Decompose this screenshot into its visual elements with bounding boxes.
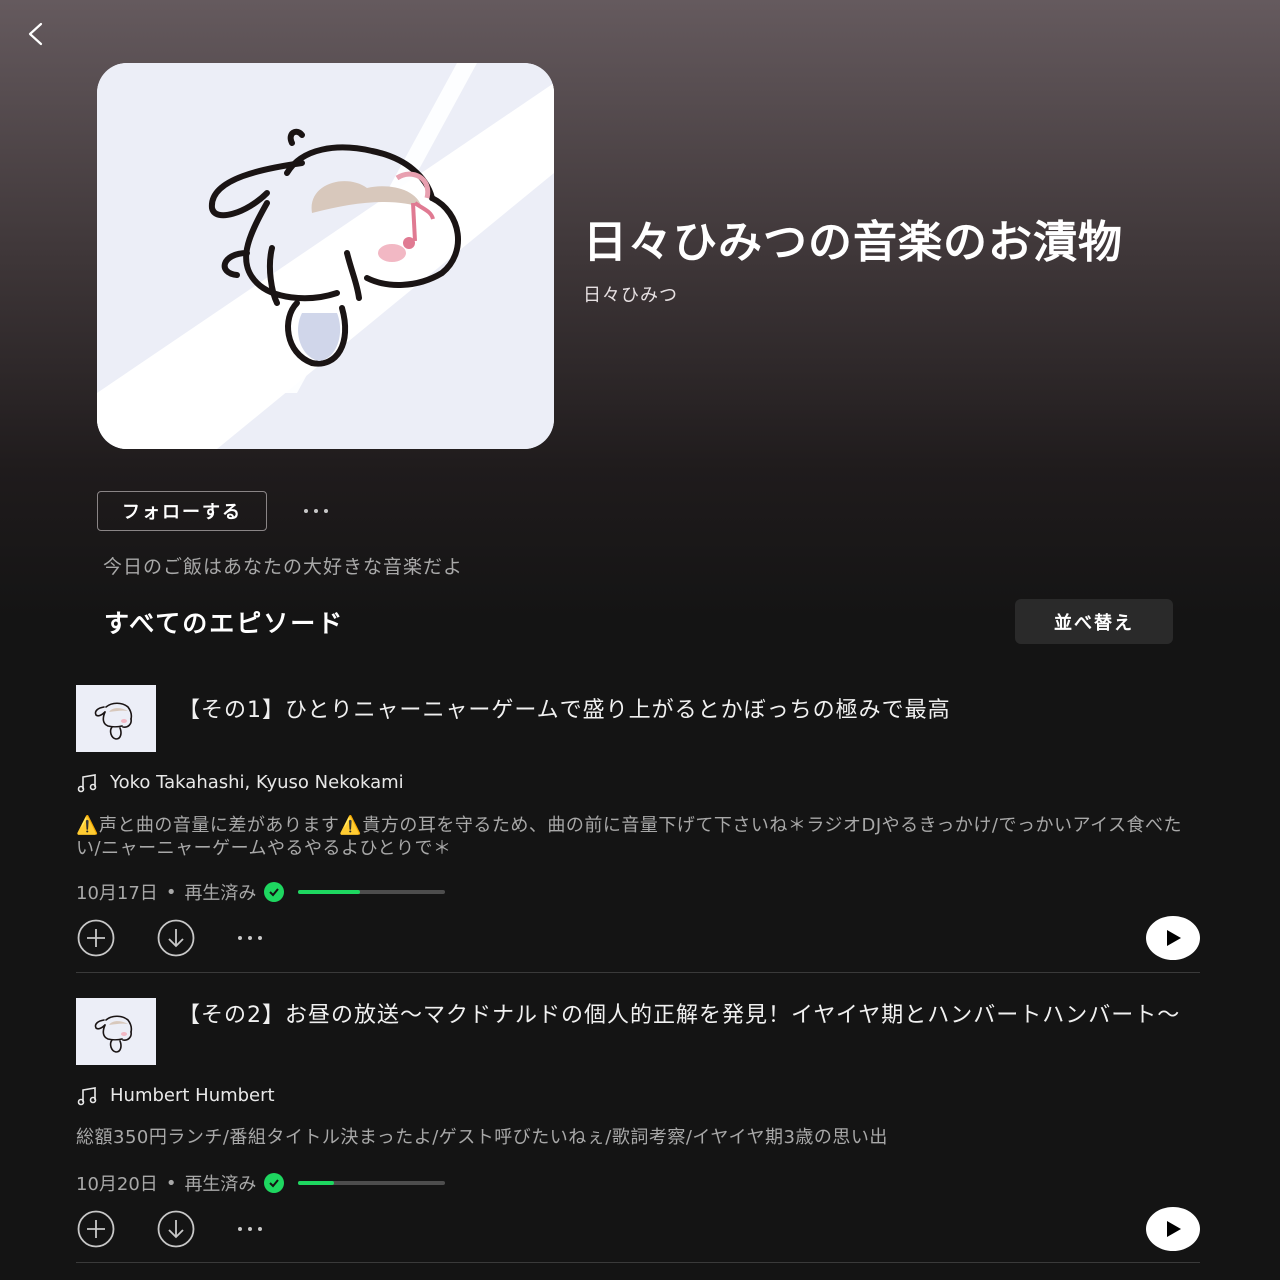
chevron-left-icon	[28, 22, 43, 46]
show-description: 今日のご飯はあなたの大好きな音楽だよ	[103, 556, 464, 578]
divider	[76, 1262, 1200, 1263]
episode-artists: Yoko Takahashi, Kyuso Nekokami	[76, 772, 404, 793]
play-icon	[1167, 930, 1181, 946]
play-icon	[1167, 1221, 1181, 1237]
meta-separator: •	[165, 1172, 177, 1194]
sort-button[interactable]: 並べ替え	[1015, 599, 1173, 644]
progress-fill	[298, 1181, 334, 1185]
music-note-icon	[77, 1086, 97, 1105]
show-title: 日々ひみつの音楽のお漬物	[583, 217, 1123, 268]
more-options-icon[interactable]	[238, 1209, 278, 1249]
episode-progress-bar	[298, 890, 446, 894]
download-button[interactable]	[156, 918, 196, 958]
download-icon	[157, 919, 195, 957]
show-author[interactable]: 日々ひみつ	[583, 281, 678, 307]
add-to-library-button[interactable]	[76, 1209, 116, 1249]
episode-status: 再生済み	[184, 1174, 257, 1195]
play-button[interactable]	[1146, 1207, 1200, 1251]
episode-date: 10月20日	[76, 1174, 158, 1195]
section-title: すべてのエピソード	[104, 609, 345, 638]
episode-actions	[76, 1207, 1200, 1253]
more-options-icon[interactable]	[304, 501, 340, 521]
episode-thumbnail	[76, 998, 156, 1065]
episode-description: ⚠️声と曲の音量に差があります⚠️貴方の耳を守るため、曲の前に音量下げて下さいね…	[76, 815, 1183, 859]
episode-meta: 10月17日 • 再生済み	[76, 879, 446, 905]
episode-progress-bar	[298, 1181, 446, 1185]
add-to-library-button[interactable]	[76, 918, 116, 958]
episode-artists: Humbert Humbert	[76, 1085, 275, 1106]
more-options-icon[interactable]	[238, 918, 278, 958]
episode-description: 総額350円ランチ/番組タイトル決まったよ/ゲスト呼びたいねぇ/歌詞考察/イヤイ…	[76, 1127, 888, 1148]
podcast-cover-art	[97, 63, 554, 449]
download-button[interactable]	[156, 1209, 196, 1249]
music-note-icon	[77, 773, 97, 792]
download-icon	[157, 1210, 195, 1248]
episode-artists-text: Humbert Humbert	[110, 1085, 275, 1106]
episode-title[interactable]: 【その1】ひとりニャーニャーゲームで盛り上がるとかぼっちの極みで最高	[178, 697, 1188, 725]
episode-actions	[76, 916, 1200, 962]
plus-circle-icon	[77, 1210, 115, 1248]
divider	[76, 972, 1200, 973]
check-icon	[264, 1173, 285, 1193]
meta-separator: •	[165, 881, 177, 903]
progress-fill	[298, 890, 361, 894]
play-button[interactable]	[1146, 916, 1200, 960]
episode-artists-text: Yoko Takahashi, Kyuso Nekokami	[110, 772, 404, 793]
check-icon	[264, 882, 285, 902]
back-button[interactable]	[22, 18, 50, 50]
episode-meta: 10月20日 • 再生済み	[76, 1170, 446, 1196]
follow-button[interactable]: フォローする	[97, 491, 267, 531]
episode-title[interactable]: 【その2】お昼の放送〜マクドナルドの個人的正解を発見！イヤイヤ期とハンバートハン…	[178, 1002, 1188, 1030]
episode-date: 10月17日	[76, 883, 158, 904]
episode-thumbnail	[76, 685, 156, 752]
plus-circle-icon	[77, 919, 115, 957]
episode-status: 再生済み	[184, 883, 257, 904]
